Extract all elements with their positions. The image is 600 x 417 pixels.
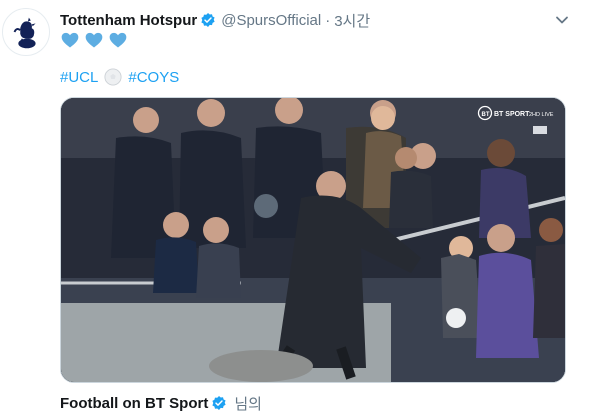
author-name[interactable]: Tottenham Hotspur — [60, 12, 197, 29]
blue-heart-icon — [61, 32, 79, 48]
spurs-cockerel-logo — [13, 17, 36, 49]
verified-badge-icon — [212, 396, 226, 410]
broadcaster-name: BT SPORT — [494, 111, 530, 118]
tweet-video[interactable]: BT BT SPORT 2HD LIVE — [60, 97, 566, 383]
tweet-hashtags: #UCL #COYS — [60, 67, 179, 87]
tweet-text-hearts — [60, 30, 128, 50]
blue-heart-icon — [109, 32, 127, 48]
tweet-via-attribution: Football on BT Sport 님의 — [60, 393, 262, 413]
blue-heart-icon — [85, 32, 103, 48]
chevron-down-icon[interactable] — [552, 10, 572, 30]
author-handle[interactable]: @SpursOfficial — [221, 12, 321, 29]
via-suffix: 님의 — [234, 395, 262, 413]
via-account-name[interactable]: Football on BT Sport — [60, 395, 208, 412]
broadcaster-channel: 2HD LIVE — [529, 112, 554, 118]
spurs-avatar[interactable] — [2, 8, 50, 56]
soccer-ball-icon — [104, 68, 122, 86]
live-indicator-icon — [533, 126, 547, 134]
tweet-timestamp[interactable]: 3시간 — [334, 10, 370, 31]
hashtag-ucl[interactable]: #UCL — [60, 69, 98, 86]
svg-text:BT: BT — [482, 112, 490, 118]
video-frame: BT BT SPORT 2HD LIVE — [61, 98, 565, 382]
hashtag-coys[interactable]: #COYS — [128, 69, 179, 86]
soccer-ball-in-video — [446, 308, 466, 328]
tweet-header: Tottenham Hotspur @SpursOfficial · 3시간 — [60, 10, 370, 30]
separator-dot: · — [325, 11, 331, 29]
verified-badge-icon — [201, 13, 215, 27]
